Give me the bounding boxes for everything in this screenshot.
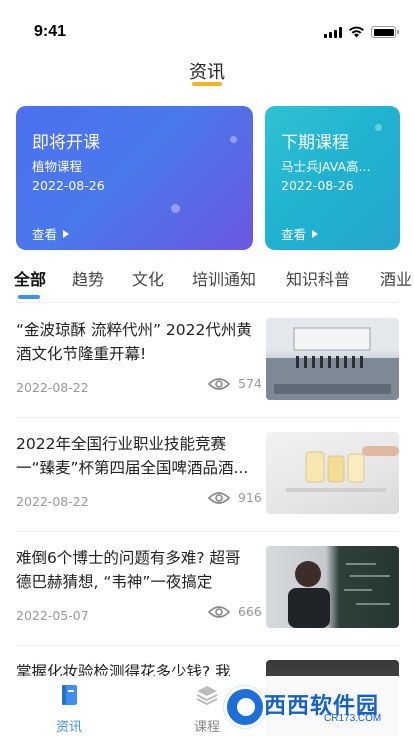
eye-icon <box>208 377 230 390</box>
nav-label: 资讯 <box>55 720 82 735</box>
news-views: 666 <box>208 604 262 619</box>
card-subtitle: 植物课程 <box>32 159 83 174</box>
tab-culture[interactable]: 文化 <box>132 266 164 290</box>
watermark-logo: 西西软件园 CR173.COM <box>224 686 400 728</box>
views-count: 666 <box>238 604 262 619</box>
play-arrow-icon <box>312 229 319 238</box>
card-view-link[interactable]: 查看 <box>32 224 70 243</box>
tab-indicator <box>18 295 40 299</box>
card-view-link[interactable]: 查看 <box>281 224 319 243</box>
title-underline <box>192 82 222 86</box>
signal-icon <box>324 26 342 38</box>
news-views: 574 <box>208 376 262 391</box>
tab-liquor[interactable]: 酒业 <box>380 266 412 290</box>
views-count: 916 <box>238 490 262 505</box>
decor-dot <box>171 204 180 213</box>
status-time: 9:41 <box>34 23 67 40</box>
upcoming-course-card[interactable]: 即将开课 植物课程 2022-08-26 查看 <box>16 106 253 250</box>
views-count: 574 <box>238 376 262 391</box>
tab-training[interactable]: 培训通知 <box>192 266 256 290</box>
play-arrow-icon <box>63 229 70 238</box>
news-title: “金波琼酥 流粹代州” 2022代州黄酒文化节隆重开幕! <box>16 321 252 363</box>
nav-item-news[interactable]: 资讯 <box>39 682 99 735</box>
card-title: 即将开课 <box>32 133 100 153</box>
watermark-subtext: CR173.COM <box>324 713 382 724</box>
layers-icon <box>196 686 218 706</box>
news-date: 2022-05-07 <box>16 608 89 623</box>
book-icon <box>62 685 77 705</box>
news-date: 2022-08-22 <box>16 380 89 395</box>
news-item[interactable]: 难倒6个博士的问题有多难? 超哥德巴赫猜想, “韦神”一夜搞定 2022-05-… <box>0 532 414 646</box>
news-title: 难倒6个博士的问题有多难? 超哥德巴赫猜想, “韦神”一夜搞定 <box>16 549 241 591</box>
wifi-icon <box>349 26 364 38</box>
decor-dot <box>230 136 237 143</box>
news-thumbnail <box>266 432 399 514</box>
eye-icon <box>208 605 230 618</box>
news-item[interactable]: 2022年全国行业职业技能竞赛一“臻麦”杯第四届全国啤酒品酒... 2022-0… <box>0 418 414 532</box>
decor-dot <box>375 124 382 131</box>
card-title: 下期课程 <box>281 133 349 153</box>
eye-icon <box>208 491 230 504</box>
news-item[interactable]: “金波琼酥 流粹代州” 2022代州黄酒文化节隆重开幕! 2022-08-22 … <box>0 304 414 418</box>
tab-science[interactable]: 知识科普 <box>286 266 350 290</box>
tabs-divider <box>16 302 399 303</box>
card-view-label: 查看 <box>281 227 307 242</box>
watermark-badge <box>224 686 266 728</box>
tab-trends[interactable]: 趋势 <box>72 266 104 290</box>
battery-icon <box>371 26 399 38</box>
next-course-card[interactable]: 下期课程 马士兵JAVA高... 2022-08-26 查看 <box>265 106 400 250</box>
card-date: 2022-08-26 <box>281 178 354 193</box>
card-view-label: 查看 <box>32 227 58 242</box>
page-title: 资讯 <box>189 62 225 83</box>
news-date: 2022-08-22 <box>16 494 89 509</box>
news-thumbnail <box>266 546 399 628</box>
card-subtitle: 马士兵JAVA高... <box>281 159 371 174</box>
news-thumbnail <box>266 318 399 400</box>
status-bar: 9:41 <box>0 0 414 44</box>
card-date: 2022-08-26 <box>32 178 105 193</box>
category-tabs: 全部 趋势 文化 培训通知 知识科普 酒业 <box>0 266 414 290</box>
news-views: 916 <box>208 490 262 505</box>
tab-all[interactable]: 全部 <box>14 266 46 290</box>
news-title: 2022年全国行业职业技能竞赛一“臻麦”杯第四届全国啤酒品酒... <box>16 435 249 477</box>
status-icons <box>324 26 399 38</box>
